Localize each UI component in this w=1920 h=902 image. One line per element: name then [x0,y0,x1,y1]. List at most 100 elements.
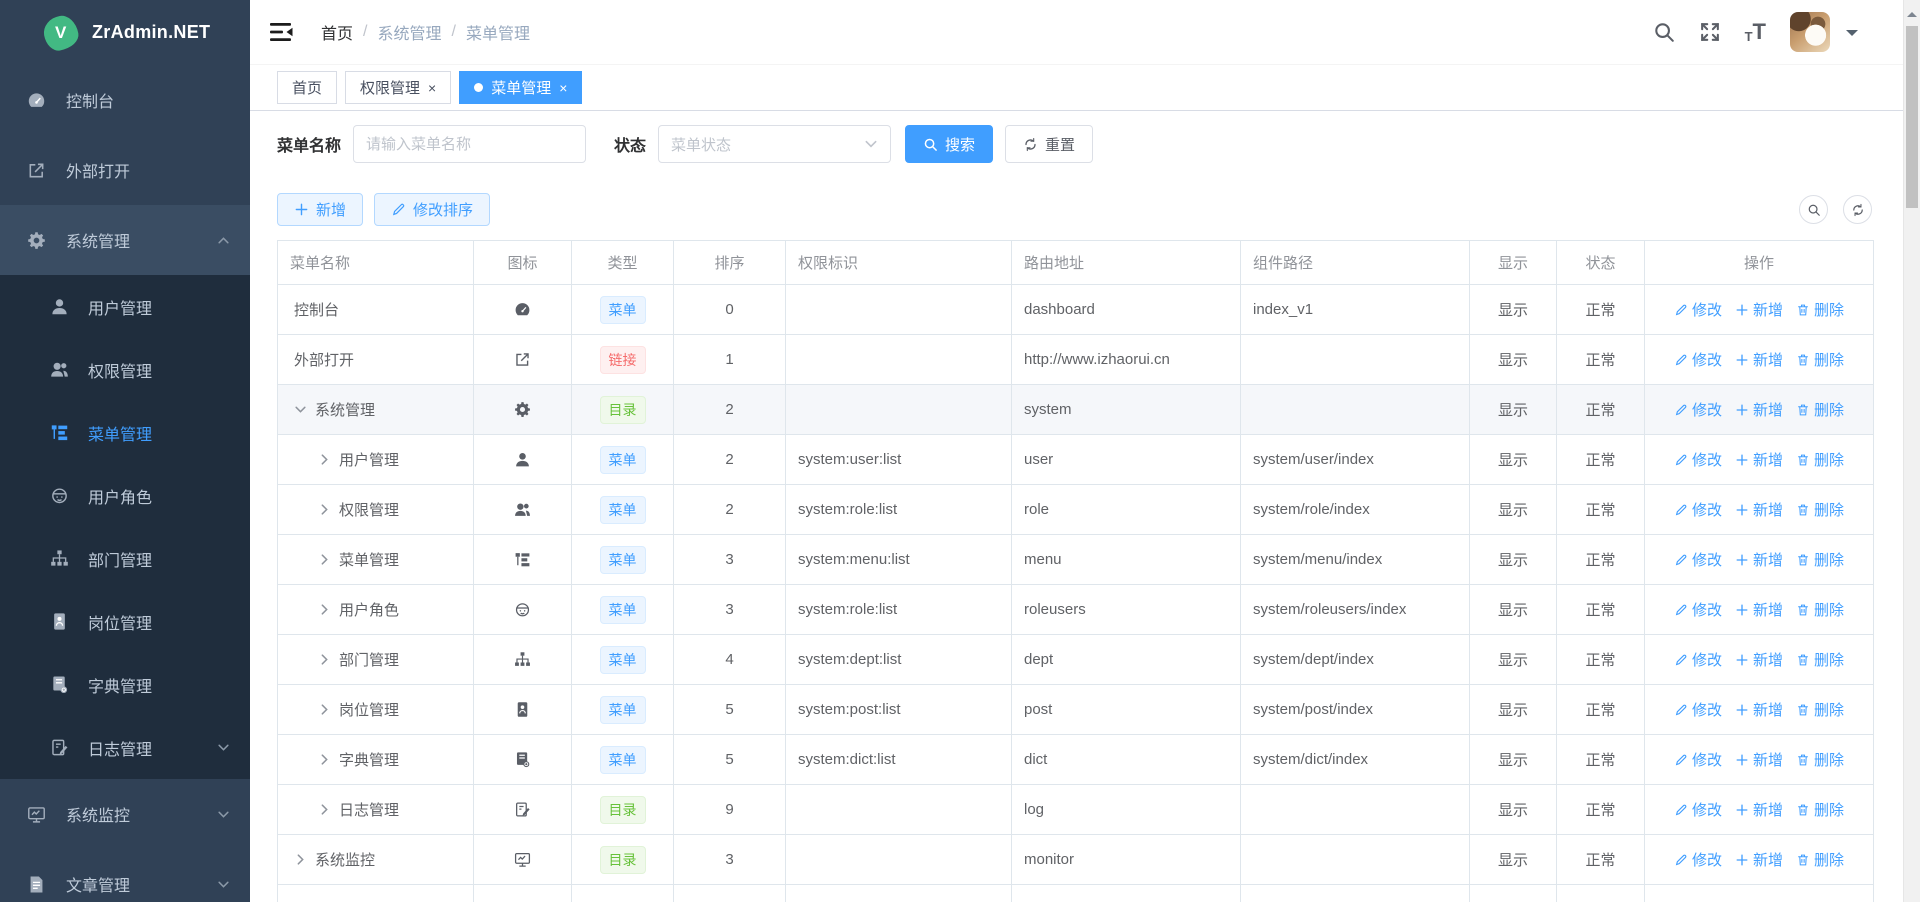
refresh-table-button[interactable] [1843,195,1872,224]
sidebar-item-menu-mgmt[interactable]: 菜单管理 [0,401,250,464]
breadcrumb: 首页/系统管理/菜单管理 [321,20,530,44]
edit-link[interactable]: 修改 [1674,449,1722,470]
cell-visible: 显示 [1470,685,1557,734]
gear-icon [514,401,531,418]
avatar[interactable] [1790,12,1830,52]
expand-arrow-icon[interactable] [294,853,307,866]
sidebar-item-system-mgmt[interactable]: 系统管理 [0,205,250,275]
edit-link[interactable]: 修改 [1674,699,1722,720]
sidebar-item-user-role[interactable]: 用户角色 [0,464,250,527]
sidebar-item-external[interactable]: 外部打开 [0,135,250,205]
tab-perm-mgmt[interactable]: 权限管理× [345,71,451,104]
add-link[interactable]: 新增 [1735,549,1783,570]
edit-link[interactable]: 修改 [1674,499,1722,520]
expand-arrow-icon[interactable] [318,553,331,566]
edit-link[interactable]: 修改 [1674,299,1722,320]
search-button[interactable]: 搜索 [905,125,993,163]
scrollbar-thumb[interactable] [1906,26,1918,208]
delete-link[interactable]: 删除 [1796,399,1844,420]
expand-arrow-icon[interactable] [318,753,331,766]
main-area: 首页/系统管理/菜单管理 TT 首页权限管理×菜单管理× 菜单名称 状态 [250,0,1903,902]
collapse-arrow-icon[interactable] [294,403,307,416]
add-button[interactable]: 新增 [277,193,363,226]
menu-name: 权限管理 [339,499,399,520]
cell-icon [474,585,572,634]
edit-link[interactable]: 修改 [1674,649,1722,670]
delete-link[interactable]: 删除 [1796,449,1844,470]
delete-link[interactable]: 删除 [1796,699,1844,720]
sidebar-item-dict-mgmt[interactable]: 字典管理 [0,653,250,716]
close-icon[interactable]: × [559,81,567,95]
delete-link[interactable]: 删除 [1796,799,1844,820]
sidebar-item-perm-mgmt[interactable]: 权限管理 [0,338,250,401]
edit-sort-button[interactable]: 修改排序 [374,193,490,226]
expand-arrow-icon[interactable] [318,803,331,816]
add-link[interactable]: 新增 [1735,449,1783,470]
show-search-button[interactable] [1799,195,1828,224]
expand-arrow-icon[interactable] [318,603,331,616]
delete-link[interactable]: 删除 [1796,349,1844,370]
edit-link[interactable]: 修改 [1674,799,1722,820]
search-icon[interactable] [1653,21,1675,43]
cell-actions: 修改新增删除 [1645,485,1873,534]
reset-button[interactable]: 重置 [1005,125,1093,163]
cell-sort: 2 [674,485,786,534]
cell-actions: 修改新增删除 [1645,635,1873,684]
caret-down-icon[interactable] [1846,30,1858,42]
expand-arrow-icon[interactable] [318,503,331,516]
sidebar-item-console[interactable]: 控制台 [0,65,250,135]
add-link[interactable]: 新增 [1735,399,1783,420]
tab-menu-mgmt[interactable]: 菜单管理× [459,71,582,104]
edit-link[interactable]: 修改 [1674,349,1722,370]
edit-link[interactable]: 修改 [1674,399,1722,420]
add-link[interactable]: 新增 [1735,649,1783,670]
sidebar-item-article-mgmt[interactable]: 文章管理 [0,849,250,902]
app-logo[interactable]: V ZrAdmin.NET [0,0,250,65]
tab-home[interactable]: 首页 [277,71,337,104]
delete-link[interactable]: 删除 [1796,649,1844,670]
add-link[interactable]: 新增 [1735,299,1783,320]
expand-arrow-icon[interactable] [318,703,331,716]
add-link[interactable]: 新增 [1735,599,1783,620]
delete-link[interactable]: 删除 [1796,749,1844,770]
cell-route-path: menu [1012,535,1241,584]
delete-link[interactable]: 删除 [1796,599,1844,620]
sidebar-item-user-mgmt[interactable]: 用户管理 [0,275,250,338]
edit-link[interactable]: 修改 [1674,599,1722,620]
sidebar-item-sys-monitor[interactable]: 系统监控 [0,779,250,849]
sidebar-item-dept-mgmt[interactable]: 部门管理 [0,527,250,590]
delete-link[interactable]: 删除 [1796,499,1844,520]
cell-permission [786,285,1012,334]
add-link[interactable]: 新增 [1735,699,1783,720]
edit-link[interactable]: 修改 [1674,749,1722,770]
add-link[interactable]: 新增 [1735,499,1783,520]
delete-link[interactable]: 删除 [1796,849,1844,870]
table-row: 用户管理菜单2system:user:listusersystem/user/i… [278,435,1873,485]
edit-link[interactable]: 修改 [1674,849,1722,870]
add-link[interactable]: 新增 [1735,349,1783,370]
close-icon[interactable]: × [428,81,436,95]
font-size-icon[interactable]: TT [1745,21,1766,43]
edit-link[interactable]: 修改 [1674,549,1722,570]
fullscreen-icon[interactable] [1699,21,1721,43]
breadcrumb-item[interactable]: 首页 [321,20,353,44]
menu-name-input[interactable] [353,125,586,163]
expand-arrow-icon[interactable] [318,453,331,466]
hamburger-icon[interactable] [270,22,293,42]
chevron-down-icon [217,808,230,821]
page-scrollbar[interactable] [1903,0,1920,902]
add-link[interactable]: 新增 [1735,849,1783,870]
sidebar-item-log-mgmt[interactable]: 日志管理 [0,716,250,779]
scrollbar-up-icon[interactable] [1907,7,1917,17]
delete-link[interactable]: 删除 [1796,299,1844,320]
type-tag: 菜单 [600,696,646,724]
expand-arrow-icon[interactable] [318,653,331,666]
table-row: 控制台菜单0dashboardindex_v1显示正常修改新增删除 [278,285,1873,335]
add-link[interactable]: 新增 [1735,749,1783,770]
tab-label: 首页 [292,77,322,98]
status-select[interactable]: 菜单状态 [658,125,891,163]
cell-permission: system:role:list [786,485,1012,534]
sidebar-item-post-mgmt[interactable]: 岗位管理 [0,590,250,653]
delete-link[interactable]: 删除 [1796,549,1844,570]
add-link[interactable]: 新增 [1735,799,1783,820]
